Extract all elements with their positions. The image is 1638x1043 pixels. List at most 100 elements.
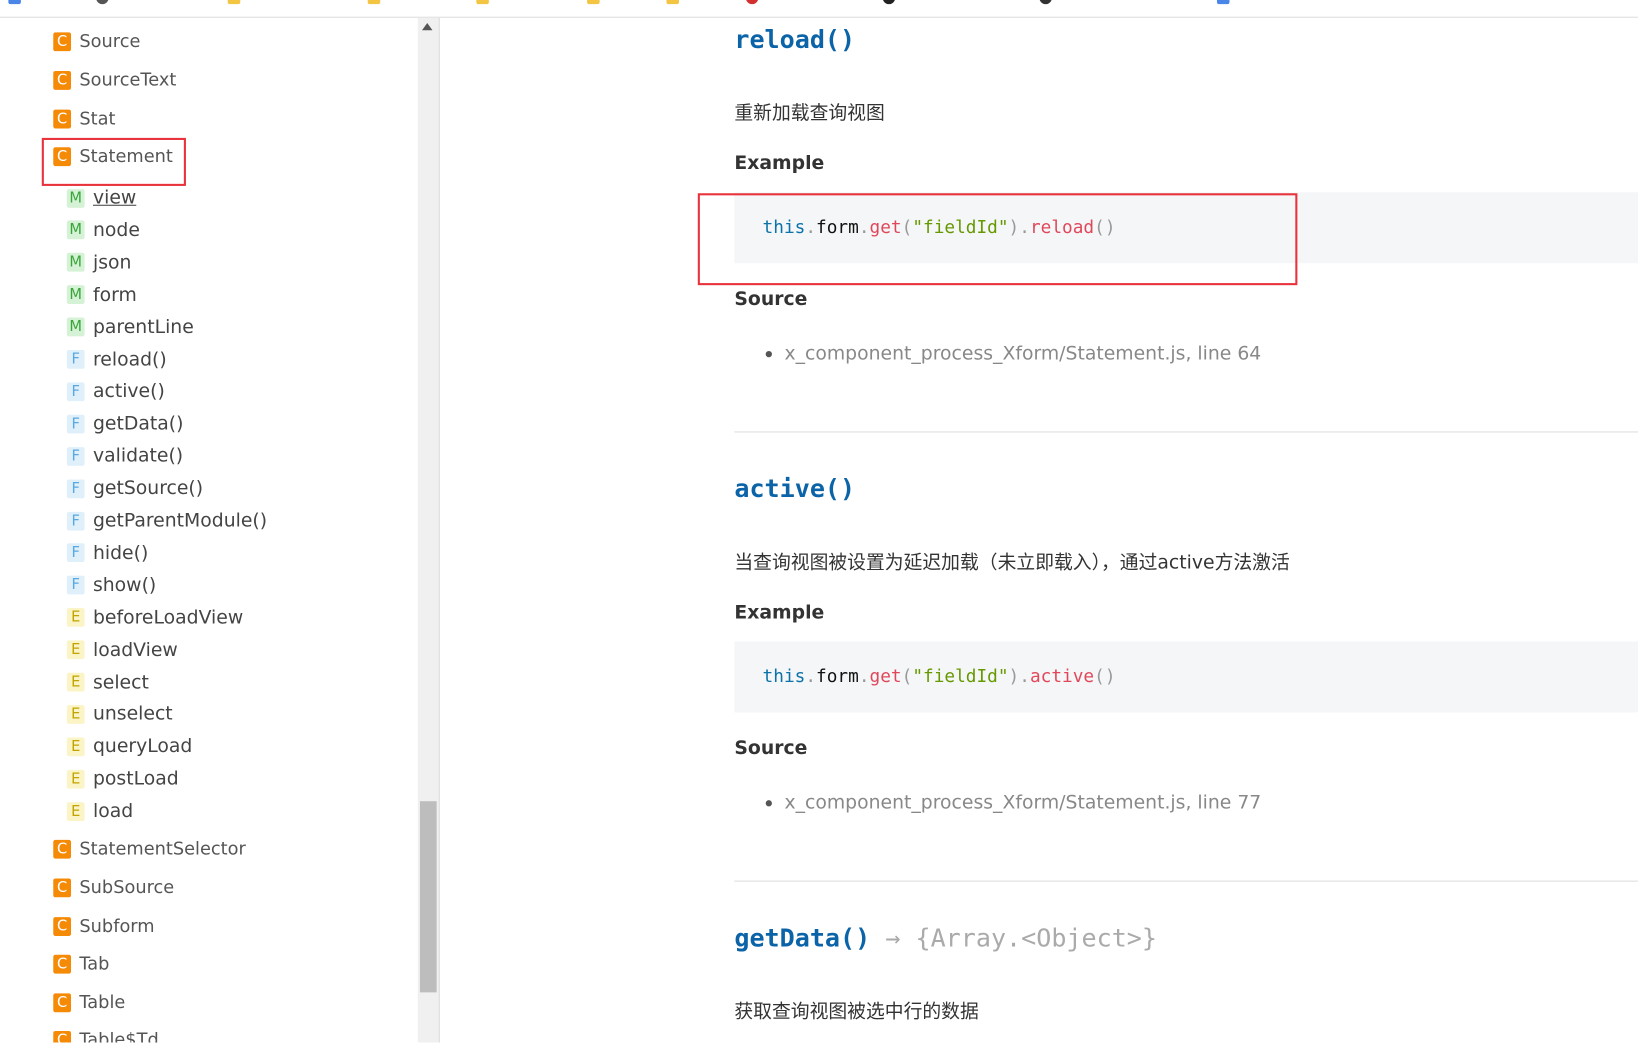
sidebar-item-label: getSource()	[92, 477, 204, 500]
code-token: )	[1008, 666, 1020, 688]
sidebar-item-unselect[interactable]: Eunselect	[66, 703, 173, 726]
class-badge-icon: C	[53, 954, 72, 974]
sidebar-item-show[interactable]: Fshow()	[66, 574, 156, 596]
class-badge-icon: C	[53, 878, 72, 898]
sidebar-item-label: Table$Td	[79, 1029, 159, 1043]
sidebar-item-table[interactable]: C Table	[53, 992, 125, 1013]
sidebar-item-label: validate()	[92, 445, 184, 468]
sidebar-item-node[interactable]: Mnode	[66, 219, 140, 242]
function-badge-icon: F	[66, 349, 85, 369]
sidebar-item-active[interactable]: Factive()	[66, 381, 165, 403]
sidebar-item-label: json	[92, 251, 132, 274]
sidebar-item-label: unselect	[92, 703, 173, 726]
code-token: active	[1029, 666, 1095, 688]
sidebar-item-label: SourceText	[79, 69, 177, 91]
sidebar-item-view[interactable]: Mview	[66, 186, 137, 209]
sidebar-item-select[interactable]: Eselect	[66, 671, 149, 693]
bookmark-icon[interactable]	[96, 0, 109, 5]
sidebar-item-sourcetext[interactable]: C SourceText	[53, 70, 176, 91]
folder-icon[interactable]	[587, 0, 600, 5]
sidebar-item-beforeloadview[interactable]: EbeforeLoadView	[66, 607, 243, 629]
divider	[734, 880, 1638, 882]
sidebar-item-label: Table	[79, 992, 126, 1014]
method-description: 获取查询视图被选中行的数据	[734, 1000, 979, 1023]
bookmark-icon[interactable]	[8, 0, 21, 5]
github-icon[interactable]	[882, 0, 896, 5]
code-token: "fieldId"	[912, 666, 1009, 688]
bookmark-icon[interactable]	[1039, 0, 1052, 5]
sidebar-item-table-td[interactable]: C Table$Td	[53, 1029, 159, 1043]
method-title-getdata[interactable]: getData() → {Array.<Object>}	[734, 923, 1157, 952]
sidebar-item-getdata[interactable]: FgetData()	[66, 412, 184, 435]
function-badge-icon: F	[66, 414, 85, 434]
class-badge-icon: C	[53, 839, 72, 859]
divider	[734, 431, 1638, 433]
event-badge-icon: E	[66, 704, 85, 724]
method-title-reload[interactable]: reload()	[734, 25, 855, 54]
sidebar-item-tab[interactable]: C Tab	[53, 954, 109, 975]
sidebar-item-label: Tab	[79, 953, 110, 975]
member-badge-icon: M	[66, 253, 85, 272]
folder-icon[interactable]	[476, 0, 489, 5]
sidebar-item-label: queryLoad	[92, 735, 193, 758]
bookmarks-bar	[0, 0, 1638, 18]
code-example-active: this.form.get("fieldId").active()	[734, 641, 1638, 713]
sidebar-item-source[interactable]: C Source	[53, 31, 140, 52]
sidebar-item-getsource[interactable]: FgetSource()	[66, 477, 204, 500]
method-description: 当查询视图被设置为延迟加载（未立即载入），通过active方法激活	[734, 551, 1290, 574]
code-token: .	[858, 666, 870, 688]
sidebar-item-loadview[interactable]: EloadView	[66, 639, 178, 661]
gitee-icon[interactable]	[745, 0, 759, 5]
highlight-box-statement	[41, 137, 186, 186]
source-link[interactable]: x_component_process_Xform/Statement.js, …	[766, 792, 1261, 814]
scroll-up-arrow-icon[interactable]	[422, 22, 433, 31]
sidebar-item-label: getData()	[92, 412, 184, 435]
function-badge-icon: F	[66, 446, 85, 466]
folder-icon[interactable]	[367, 0, 381, 5]
code-token: .	[1019, 666, 1030, 688]
source-link[interactable]: x_component_process_Xform/Statement.js, …	[766, 343, 1261, 365]
sidebar-item-reload[interactable]: Freload()	[66, 348, 167, 371]
event-badge-icon: E	[66, 672, 85, 692]
sidebar-item-label: Subform	[79, 916, 155, 938]
event-badge-icon: E	[66, 737, 85, 757]
sidebar-item-label: form	[92, 283, 137, 306]
sidebar-item-postload[interactable]: EpostLoad	[66, 768, 179, 790]
scrollbar-thumb[interactable]	[419, 801, 437, 993]
sidebar-item-validate[interactable]: Fvalidate()	[66, 445, 184, 468]
sidebar-item-label: getParentModule()	[92, 509, 268, 532]
function-badge-icon: F	[66, 575, 85, 595]
sidebar-item-parentline[interactable]: MparentLine	[66, 316, 194, 339]
code-token: ()	[1094, 666, 1116, 688]
sidebar-item-json[interactable]: Mjson	[66, 251, 132, 274]
member-badge-icon: M	[66, 317, 85, 337]
sidebar-item-stat[interactable]: C Stat	[53, 109, 115, 130]
sidebar-item-getparentmodule[interactable]: FgetParentModule()	[66, 509, 268, 532]
member-badge-icon: M	[66, 220, 85, 240]
event-badge-icon: E	[66, 769, 85, 789]
example-label: Example	[734, 601, 825, 624]
sidebar-item-load[interactable]: Eload	[66, 800, 134, 823]
sidebar-item-form[interactable]: Mform	[66, 283, 137, 306]
sidebar-item-label: parentLine	[92, 316, 194, 339]
sidebar-item-label: StatementSelector	[79, 838, 246, 860]
browser-page: C Source C SourceText C Stat C Statement Mview Mn…	[0, 0, 1638, 1043]
member-badge-icon: M	[66, 188, 85, 208]
sidebar-item-label: view	[92, 186, 137, 209]
sidebar-item-label: reload()	[92, 348, 167, 371]
sidebar-item-subform[interactable]: C Subform	[53, 916, 155, 938]
code-token: (	[901, 666, 913, 688]
sidebar-item-subsource[interactable]: C SubSource	[53, 877, 174, 898]
sidebar-item-label: node	[92, 219, 140, 242]
folder-icon[interactable]	[666, 0, 679, 5]
sidebar-item-label: load	[92, 800, 134, 823]
method-description: 重新加载查询视图	[734, 102, 885, 125]
sidebar-item-queryload[interactable]: EqueryLoad	[66, 735, 193, 758]
sidebar-item-statementselector[interactable]: C StatementSelector	[53, 839, 246, 860]
folder-icon[interactable]	[227, 0, 241, 5]
source-label: Source	[734, 737, 808, 760]
bookmark-icon[interactable]	[1216, 0, 1230, 5]
sidebar-item-label: Stat	[79, 108, 116, 130]
sidebar-item-hide[interactable]: Fhide()	[66, 542, 148, 564]
method-title-active[interactable]: active()	[734, 474, 855, 503]
